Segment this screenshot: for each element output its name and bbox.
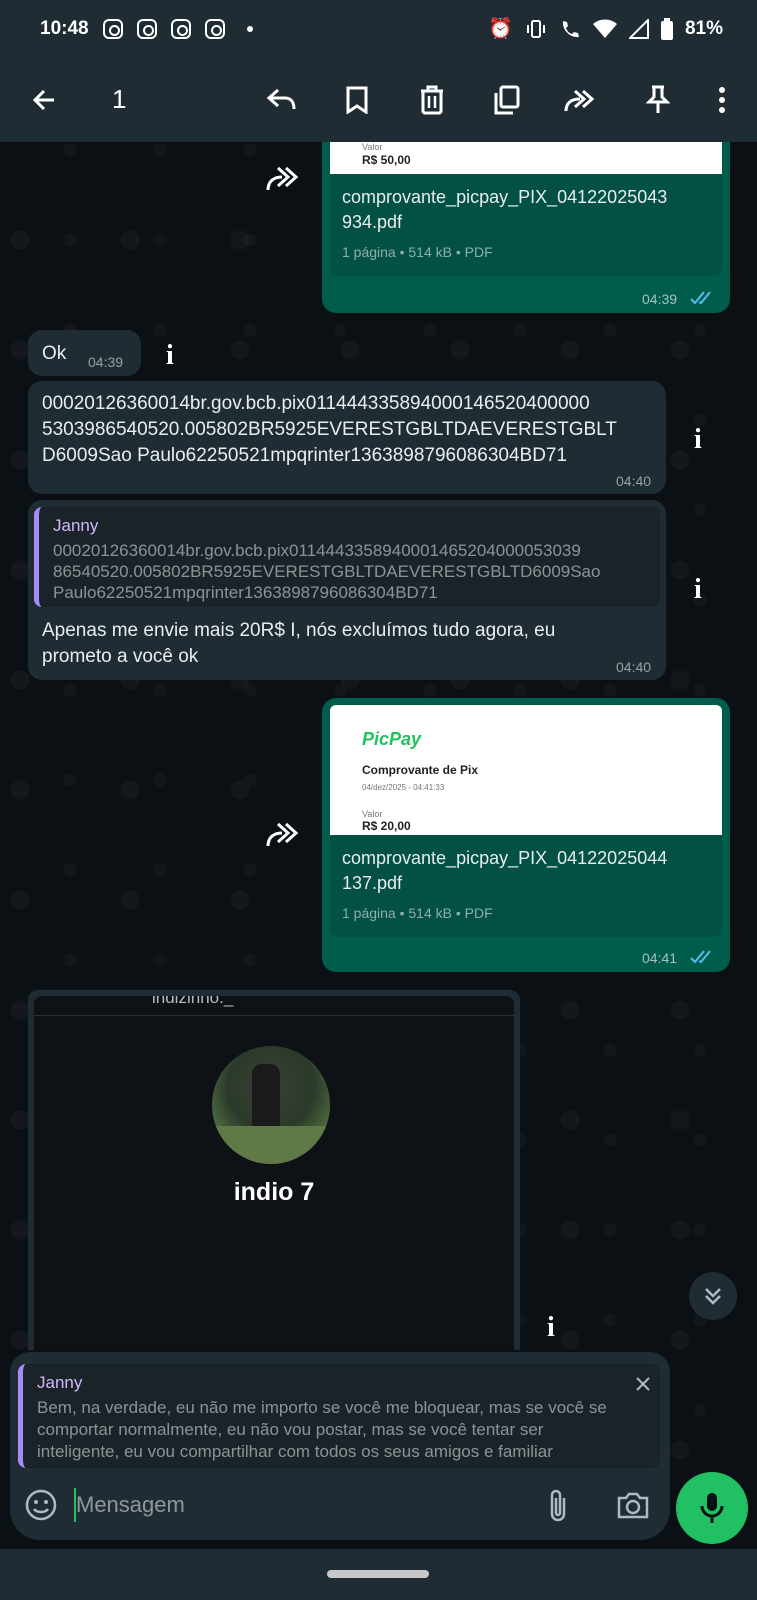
forward-shortcut-icon[interactable] [264,160,304,200]
document-name-line2: 137.pdf [342,873,403,893]
signal-icon [628,19,649,39]
message-time: 04:40 [616,659,652,675]
message-input-bar [10,1472,670,1540]
instagram-notification-icon [170,19,191,39]
read-ticks-icon [690,950,711,964]
read-ticks-icon [690,291,711,305]
selection-action-bar: 1 [0,58,757,142]
wifi-icon [592,19,617,38]
thumb-value-label: Valor [362,809,383,819]
thumb-value: R$ 20,00 [362,819,411,833]
message-time: 04:40 [616,473,652,489]
thumb-value-label: Valor [362,142,383,152]
message-text-line2: 5303986540520.005802BR5925EVERESTGBLTDAE… [42,419,617,440]
quote-text-line1: 00020126360014br.gov.bcb.pix011444335894… [53,541,581,560]
home-gesture-handle[interactable] [327,1570,429,1578]
delete-icon[interactable] [410,78,454,122]
incoming-text-message[interactable]: Ok 04:39 [28,330,141,376]
info-icon[interactable]: i [694,574,702,606]
status-time: 10:48 [40,18,89,39]
message-text-line3: D6009Sao Paulo62250521mpqrinter136389879… [42,445,568,466]
forward-shortcut-icon[interactable] [264,816,304,856]
bookmark-icon[interactable] [335,78,379,122]
wifi-call-icon [562,21,579,38]
quote-text-line3: Paulo62250521mpqrinter1363898796086304BD… [53,583,438,602]
instagram-notification-icon [136,19,157,39]
copy-icon[interactable] [484,78,528,122]
reply-author: Janny [37,1373,83,1392]
thumb-title: Comprovante de Pix [362,763,479,777]
instagram-notification-icon [102,19,123,39]
document-thumbnail[interactable]: PicPay Comprovante de Pix 04/dez/2025 - … [330,705,722,835]
quote-author: Janny [53,516,99,535]
image-username: indizinho._ [152,996,234,1007]
info-icon[interactable]: i [166,340,174,372]
document-thumbnail[interactable]: Valor R$ 50,00 [330,142,722,174]
thumb-value: R$ 50,00 [362,153,411,167]
message-time: 04:39 [88,354,124,370]
picpay-logo: PicPay [362,729,422,749]
double-chevron-down-icon [705,1288,721,1305]
document-meta: 1 página • 514 kB • PDF [342,905,493,921]
voice-record-button[interactable] [676,1472,748,1544]
message-time: 04:41 [642,950,678,966]
close-icon[interactable] [635,1376,651,1392]
reply-icon[interactable] [260,78,304,122]
thumb-date: 04/dez/2025 - 04:41:33 [362,783,445,792]
camera-icon[interactable] [616,1490,650,1520]
avatar [212,1046,330,1164]
battery-percentage: 81% [684,18,723,39]
more-vert-icon[interactable] [700,78,744,122]
pin-icon[interactable] [636,78,680,122]
reply-quote[interactable]: Janny Bem, na verdade, eu não me importo… [18,1364,660,1468]
message-text-line1: Apenas me envie mais 20R$ I, nós excluím… [42,620,556,641]
selected-count: 1 [112,84,127,114]
reply-text-line3: inteligente, eu vou compartilhar com tod… [37,1442,553,1461]
microphone-icon [700,1493,724,1523]
message-text-line2: prometo a você ok [42,646,199,667]
outgoing-document-message[interactable]: PicPay Comprovante de Pix 04/dez/2025 - … [322,698,730,972]
message-text: Ok [42,343,67,364]
document-meta: 1 página • 514 kB • PDF [342,244,493,260]
info-icon[interactable]: i [694,424,702,456]
system-navigation-bar [0,1549,757,1600]
battery-icon [660,18,673,40]
image-header: indizinho._ [34,996,514,1016]
incoming-text-message[interactable]: 00020126360014br.gov.bcb.pix011444335894… [28,381,666,494]
forward-icon[interactable] [558,78,602,122]
message-input[interactable] [76,1486,516,1524]
document-name-line1: comprovante_picpay_PIX_04122025043 [342,187,668,207]
reply-text-line1: Bem, na verdade, eu não me importo se vo… [37,1398,607,1417]
document-info[interactable]: comprovante_picpay_PIX_04122025044 137.p… [330,835,722,937]
more-notifications-dot-icon [246,26,253,32]
quoted-message[interactable]: Janny 00020126360014br.gov.bcb.pix011444… [34,507,660,607]
profile-name: indio 7 [233,1178,315,1206]
incoming-image-message[interactable]: indizinho._ indio 7 [28,990,520,1350]
image-screenshot[interactable]: indizinho._ indio 7 [34,996,514,1350]
status-bar: 10:48 ⏰ 81% [0,0,757,58]
incoming-reply-message[interactable]: Janny 00020126360014br.gov.bcb.pix011444… [28,500,666,680]
document-name-line2: 934.pdf [342,212,403,232]
alarm-icon: ⏰ [488,18,513,40]
back-arrow-icon[interactable] [22,78,66,122]
quote-text-line2: 86540520.005802BR5925EVERESTGBLTDAEVERES… [53,562,601,581]
vibrate-icon [526,20,545,38]
info-icon[interactable]: i [547,1312,555,1344]
instagram-notification-icon [204,19,225,39]
reply-preview-panel: Janny Bem, na verdade, eu não me importo… [10,1352,670,1472]
message-time: 04:39 [642,291,678,307]
sticker-emoji-icon[interactable] [24,1488,58,1522]
document-info[interactable]: comprovante_picpay_PIX_04122025043 934.p… [330,174,722,276]
reply-text-line2: comportar normalmente, eu não vou postar… [37,1420,544,1439]
message-text-line1: 00020126360014br.gov.bcb.pix011444335894… [42,393,590,414]
outgoing-document-message[interactable]: Valor R$ 50,00 comprovante_picpay_PIX_04… [322,142,730,313]
scroll-to-bottom-button[interactable] [689,1272,737,1320]
document-name-line1: comprovante_picpay_PIX_04122025044 [342,848,668,868]
attach-icon[interactable] [546,1488,570,1524]
